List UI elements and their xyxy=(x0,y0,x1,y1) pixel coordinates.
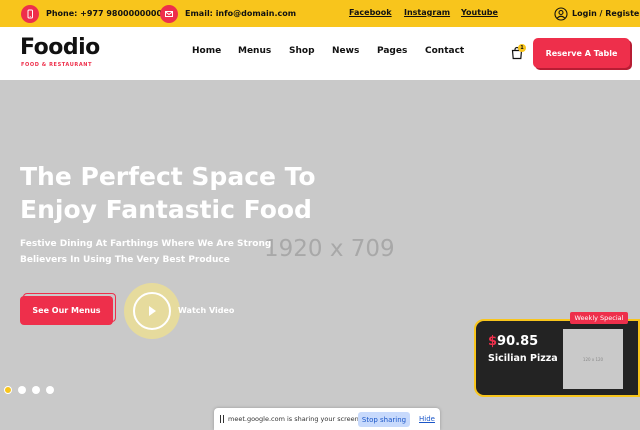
see-our-menus-button[interactable]: See Our Menus xyxy=(20,296,113,325)
slider-dot-2[interactable] xyxy=(18,386,26,394)
nav-pages[interactable]: Pages xyxy=(377,46,407,56)
special-item-name: Sicilian Pizza xyxy=(488,353,558,364)
login-register-link[interactable]: Login / Register xyxy=(554,0,640,27)
email-label: Email: xyxy=(185,9,213,18)
hero-subtitle: Festive Dining At Farthings Where We Are… xyxy=(20,239,272,265)
top-info-bar: Phone: +977 9800000000 Email: info@domai… xyxy=(0,0,640,27)
nav-contact[interactable]: Contact xyxy=(425,46,464,56)
nav-home[interactable]: Home xyxy=(192,46,221,56)
play-icon xyxy=(147,305,157,317)
nav-shop[interactable]: Shop xyxy=(289,46,315,56)
special-price: $90.85 xyxy=(488,334,538,349)
slider-dot-1[interactable] xyxy=(4,386,12,394)
hero-title-line-2: Enjoy Fantastic Food xyxy=(20,195,312,224)
nav-menus[interactable]: Menus xyxy=(238,46,271,56)
price-value: 90.85 xyxy=(497,334,539,349)
login-label: Login / Register xyxy=(572,9,640,18)
mail-icon xyxy=(160,4,178,23)
phone-icon xyxy=(21,4,39,23)
main-header: Foodio FOOD & RESTAURANT Home Menus Shop… xyxy=(0,27,640,80)
special-image-placeholder: 120 x 120 xyxy=(582,356,604,362)
slider-dots xyxy=(4,386,54,394)
hide-link[interactable]: Hide xyxy=(419,415,435,423)
phone-contact: Phone: +977 9800000000 xyxy=(21,0,162,27)
currency-symbol: $ xyxy=(488,334,498,349)
phone-label: Phone: xyxy=(46,9,78,18)
hero-title: The Perfect Space To Enjoy Fantastic Foo… xyxy=(20,160,316,226)
weekly-special-badge: Weekly Special xyxy=(570,312,628,324)
watch-video-button[interactable] xyxy=(124,283,180,339)
logo-tagline: FOOD & RESTAURANT xyxy=(21,62,93,68)
youtube-link[interactable]: Youtube xyxy=(461,8,498,17)
reserve-table-button[interactable]: Reserve A Table xyxy=(533,38,630,68)
nav-news[interactable]: News xyxy=(332,46,359,56)
email-contact: Email: info@domain.com xyxy=(160,0,296,27)
special-item-image: 120 x 120 xyxy=(563,329,623,389)
email-value[interactable]: info@domain.com xyxy=(216,9,296,18)
drag-handle-icon[interactable] xyxy=(220,415,224,423)
screen-share-bar: meet.google.com is sharing your screen. … xyxy=(214,408,440,430)
site-logo[interactable]: Foodio FOOD & RESTAURANT xyxy=(20,35,110,75)
watch-video-label[interactable]: Watch Video xyxy=(178,306,234,315)
stop-sharing-button[interactable]: Stop sharing xyxy=(358,412,410,427)
share-message: meet.google.com is sharing your screen. xyxy=(228,415,361,423)
user-icon xyxy=(554,6,568,21)
slider-dot-4[interactable] xyxy=(46,386,54,394)
slider-dot-3[interactable] xyxy=(32,386,40,394)
facebook-link[interactable]: Facebook xyxy=(349,8,392,17)
phone-value[interactable]: +977 9800000000 xyxy=(80,9,162,18)
hero-title-line-1: The Perfect Space To xyxy=(20,162,316,191)
instagram-link[interactable]: Instagram xyxy=(404,8,450,17)
logo-wordmark: Foodio xyxy=(20,35,100,60)
cart-count-badge: 1 xyxy=(518,44,526,52)
